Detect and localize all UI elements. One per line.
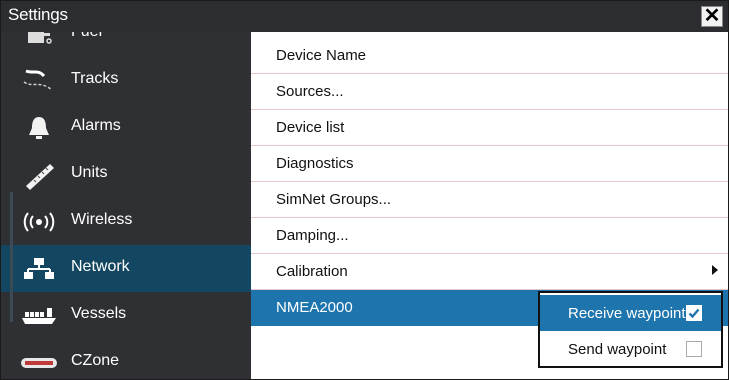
sidebar-item-network[interactable]: Network (1, 245, 251, 292)
sidebar-item-fuel[interactable]: Fuel (1, 32, 251, 57)
settings-sidebar: Fuel Tracks Alarms Units Wireless (1, 32, 251, 379)
receive-waypoint-option[interactable]: Receive waypoint (540, 295, 721, 331)
ruler-icon (17, 151, 61, 198)
menu-item-device-list[interactable]: Device list (251, 110, 728, 146)
sidebar-item-wireless[interactable]: Wireless (1, 198, 251, 245)
option-label: Send waypoint (568, 341, 667, 358)
sidebar-item-label: Alarms (71, 117, 121, 134)
sidebar-item-label: Units (71, 164, 108, 181)
sidebar-item-label: Wireless (71, 211, 133, 228)
fuel-icon (17, 32, 61, 57)
sidebar-item-label: CZone (71, 352, 120, 369)
sidebar-item-vessels[interactable]: Vessels (1, 292, 251, 339)
menu-item-label: NMEA2000 (276, 299, 353, 316)
window-title: Settings (8, 5, 68, 24)
network-icon (17, 245, 61, 292)
sidebar-item-label: Fuel (71, 32, 102, 41)
option-label: Receive waypoint (568, 305, 686, 322)
sidebar-item-tracks[interactable]: Tracks (1, 57, 251, 104)
send-waypoint-option[interactable]: Send waypoint (540, 331, 721, 367)
vessels-icon (17, 292, 61, 339)
menu-item-damping[interactable]: Damping... (251, 218, 728, 254)
sidebar-item-label: Vessels (71, 305, 127, 322)
menu-item-label: Diagnostics (276, 155, 354, 172)
sidebar-item-label: Tracks (71, 70, 119, 87)
menu-item-label: Calibration (276, 263, 348, 280)
sidebar-item-label: Network (71, 258, 130, 275)
submenu-arrow-icon (712, 265, 718, 275)
menu-item-calibration[interactable]: Calibration (251, 254, 728, 290)
bell-icon (17, 104, 61, 151)
menu-item-diagnostics[interactable]: Diagnostics (251, 146, 728, 182)
checkmark-icon (688, 308, 700, 319)
wireless-icon (17, 198, 61, 245)
sidebar-scrollbar[interactable] (10, 192, 13, 322)
menu-item-label: Device Name (276, 47, 367, 64)
settings-window: Settings ✕ Fuel Tracks Alarms Units (0, 0, 729, 380)
sidebar-item-units[interactable]: Units (1, 151, 251, 198)
sidebar-item-alarms[interactable]: Alarms (1, 104, 251, 151)
nmea2000-submenu: Receive waypoint Send waypoint (538, 291, 723, 368)
receive-waypoint-checkbox[interactable] (686, 305, 702, 321)
menu-item-label: Damping... (276, 227, 349, 244)
menu-item-simnet-groups[interactable]: SimNet Groups... (251, 182, 728, 218)
close-button[interactable]: ✕ (701, 6, 723, 27)
menu-item-label: Device list (276, 119, 345, 136)
menu-item-label: SimNet Groups... (276, 191, 392, 208)
menu-item-label: Sources... (276, 83, 344, 100)
tracks-icon (17, 57, 61, 104)
menu-item-sources[interactable]: Sources... (251, 74, 728, 110)
menu-item-device-name[interactable]: Device Name (251, 38, 728, 74)
sidebar-item-czone[interactable]: CZone (1, 339, 251, 379)
czone-icon (17, 339, 61, 379)
send-waypoint-checkbox[interactable] (686, 341, 702, 357)
title-bar: Settings ✕ (1, 1, 728, 32)
